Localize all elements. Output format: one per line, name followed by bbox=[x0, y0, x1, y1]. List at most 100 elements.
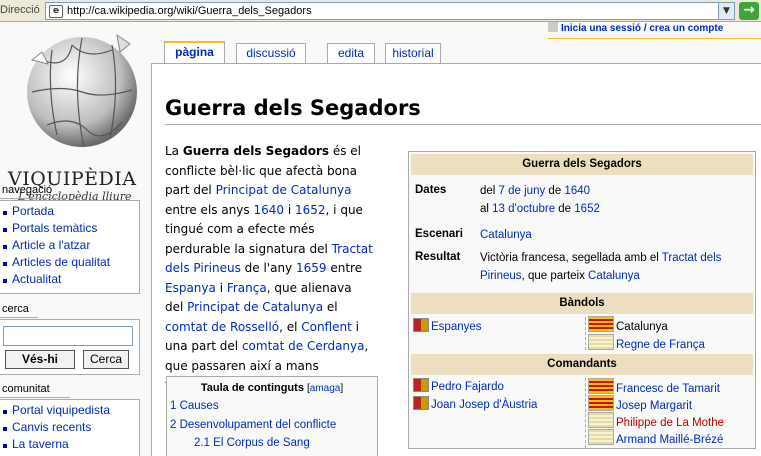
tab-history[interactable]: historial bbox=[385, 43, 441, 63]
page-title: Guerra dels Segadors bbox=[165, 96, 761, 125]
article-text: de l'any bbox=[240, 261, 296, 275]
article-text: , el bbox=[279, 319, 302, 334]
side-right-2: Regne de França bbox=[588, 334, 705, 354]
sidebar-item[interactable]: Articles de qualitat bbox=[0, 255, 139, 272]
tab-edit[interactable]: edita bbox=[327, 43, 375, 63]
chevron-down-icon[interactable]: ▼ bbox=[718, 3, 734, 19]
year-link[interactable]: 1640 bbox=[564, 185, 590, 197]
sidebar-item[interactable]: Article a l'atzar bbox=[0, 238, 139, 255]
dates-text: del bbox=[480, 185, 499, 197]
personal-divider bbox=[548, 38, 761, 39]
result-label: Resultat bbox=[415, 251, 461, 263]
sidebar-item[interactable]: Canvis recents bbox=[0, 420, 139, 437]
toc-item[interactable]: 2.1 El Corpus de Sang bbox=[194, 437, 310, 449]
article-link[interactable]: comtat de Rosselló bbox=[165, 320, 279, 334]
sidebar-item[interactable]: Portal viquipedista bbox=[0, 403, 139, 420]
spain-flag-icon bbox=[413, 396, 429, 410]
toc-hide-link[interactable]: amaga bbox=[310, 383, 341, 394]
url-text: http://ca.wikipedia.org/wiki/Guerra_dels… bbox=[67, 5, 312, 17]
toc-title: Taula de continguts [amaga] bbox=[167, 377, 377, 394]
spain-flag-icon bbox=[413, 318, 429, 332]
infobox: Guerra dels Segadors Dates del 7 de juny… bbox=[408, 151, 756, 449]
date-link[interactable]: 13 d'octubre bbox=[492, 203, 555, 215]
sidebar-item-label[interactable]: Portal viquipedista bbox=[12, 403, 110, 417]
navigation-heading: navegació bbox=[0, 184, 68, 199]
url-input[interactable]: e http://ca.wikipedia.org/wiki/Guerra_de… bbox=[45, 2, 735, 20]
article-link[interactable]: 1652 bbox=[295, 203, 326, 217]
sidebar-item[interactable]: Actualitat bbox=[0, 272, 139, 289]
search-button[interactable]: Cerca bbox=[83, 350, 129, 369]
article-link[interactable]: França bbox=[227, 281, 267, 295]
search-input[interactable] bbox=[3, 326, 133, 346]
commander-left: Pedro Fajardo bbox=[413, 378, 504, 396]
table-of-contents: Taula de continguts [amaga] 1 Causes 2 D… bbox=[166, 376, 378, 456]
spain-link[interactable]: Espanyes bbox=[431, 321, 482, 333]
scenario-label: Escenari bbox=[415, 228, 463, 240]
commander-link[interactable]: Francesc de Tamarit bbox=[616, 383, 720, 395]
article-text: el bbox=[323, 300, 338, 314]
catalonia-flag-icon bbox=[588, 378, 614, 394]
search-heading: cerca bbox=[0, 303, 38, 318]
france-flag-icon bbox=[588, 334, 614, 350]
article-link[interactable]: 1659 bbox=[296, 261, 327, 275]
toc-item[interactable]: 2 Desenvolupament del conflicte bbox=[170, 419, 336, 431]
commander-link[interactable]: Pedro Fajardo bbox=[431, 381, 504, 393]
commander-link[interactable]: Josep Margarit bbox=[616, 400, 692, 412]
catalonia-flag-icon bbox=[588, 395, 614, 411]
scenario-value: Catalunya bbox=[480, 226, 750, 244]
commander-link[interactable]: Armand Maillé-Brézé bbox=[616, 434, 723, 446]
go-button[interactable]: → bbox=[739, 2, 759, 20]
sidebar-item-label[interactable]: Portada bbox=[12, 204, 54, 218]
address-label: Direcció bbox=[0, 4, 40, 16]
commanders-divider bbox=[585, 378, 586, 448]
community-portlet: Portal viquipedista Canvis recents La tave… bbox=[0, 399, 140, 456]
infobox-title: Guerra dels Segadors bbox=[411, 154, 753, 175]
article-text: entre els anys bbox=[165, 202, 254, 217]
article-link[interactable]: Principat de Catalunya bbox=[187, 300, 323, 314]
sidebar-item-label[interactable]: Articles de qualitat bbox=[12, 255, 110, 269]
article-text: i bbox=[284, 202, 295, 217]
spain-flag-icon bbox=[413, 378, 429, 392]
sidebar-item-label[interactable]: Canvis recents bbox=[12, 420, 91, 434]
sidebar-item-label[interactable]: Portals temàtics bbox=[12, 221, 97, 235]
toc-item[interactable]: 1 Causes bbox=[170, 400, 219, 412]
france-link[interactable]: Regne de França bbox=[616, 339, 705, 351]
article-link[interactable]: 1640 bbox=[253, 203, 284, 217]
commander-link[interactable]: Joan Josep d'Àustria bbox=[431, 399, 537, 411]
tab-page[interactable]: pàgina bbox=[164, 41, 225, 63]
commander-red-link[interactable]: Philippe de La Mothe bbox=[616, 417, 724, 429]
article-text: i bbox=[215, 280, 227, 295]
scenario-link[interactable]: Catalunya bbox=[480, 229, 532, 241]
sides-title: Bàndols bbox=[411, 293, 753, 314]
sidebar-item-label[interactable]: Actualitat bbox=[12, 272, 61, 286]
community-list: Portal viquipedista Canvis recents La tave… bbox=[0, 400, 139, 456]
article-link[interactable]: Conflent bbox=[301, 320, 352, 334]
catalunya-link[interactable]: Catalunya bbox=[588, 270, 640, 282]
commanders-title: Comandants bbox=[411, 354, 753, 375]
article-link[interactable]: comtat de Cerdanya bbox=[242, 339, 365, 353]
sides-divider bbox=[585, 317, 586, 350]
result-value: Victòria francesa, segellada amb el Trac… bbox=[480, 249, 750, 285]
dates-text: al bbox=[480, 203, 493, 215]
article-bold: Guerra dels Segadors bbox=[182, 144, 330, 158]
login-link[interactable]: Inicia una sessió / crea un compte bbox=[561, 23, 723, 34]
dates-text: de bbox=[545, 185, 565, 197]
tab-discussion[interactable]: discussió bbox=[236, 43, 306, 63]
personal-tools[interactable]: Inicia una sessió / crea un compte bbox=[548, 22, 761, 38]
toc-toggle: [amaga] bbox=[307, 383, 343, 394]
sidebar-item[interactable]: Portada bbox=[0, 204, 139, 221]
sidebar-item-label[interactable]: Article a l'atzar bbox=[12, 238, 90, 252]
logo[interactable]: VIQUIPÈDIA L'enciclopèdia lliure bbox=[2, 24, 150, 203]
go-button[interactable]: Vés-hi bbox=[5, 350, 75, 369]
user-icon bbox=[548, 22, 558, 32]
dates-text: de bbox=[555, 203, 575, 215]
article-link[interactable]: Espanya bbox=[165, 281, 216, 295]
date-link[interactable]: 7 de juny bbox=[499, 185, 546, 197]
navigation-portlet: Portada Portals temàtics Article a l'atzar… bbox=[0, 200, 140, 294]
sidebar-item[interactable]: Portals temàtics bbox=[0, 221, 139, 238]
sidebar-item[interactable]: La taverna bbox=[0, 437, 139, 454]
sidebar-item-label[interactable]: La taverna bbox=[12, 437, 69, 451]
article-link[interactable]: Principat de Catalunya bbox=[216, 183, 352, 197]
year-link[interactable]: 1652 bbox=[574, 203, 600, 215]
dates-label: Dates bbox=[415, 184, 447, 196]
